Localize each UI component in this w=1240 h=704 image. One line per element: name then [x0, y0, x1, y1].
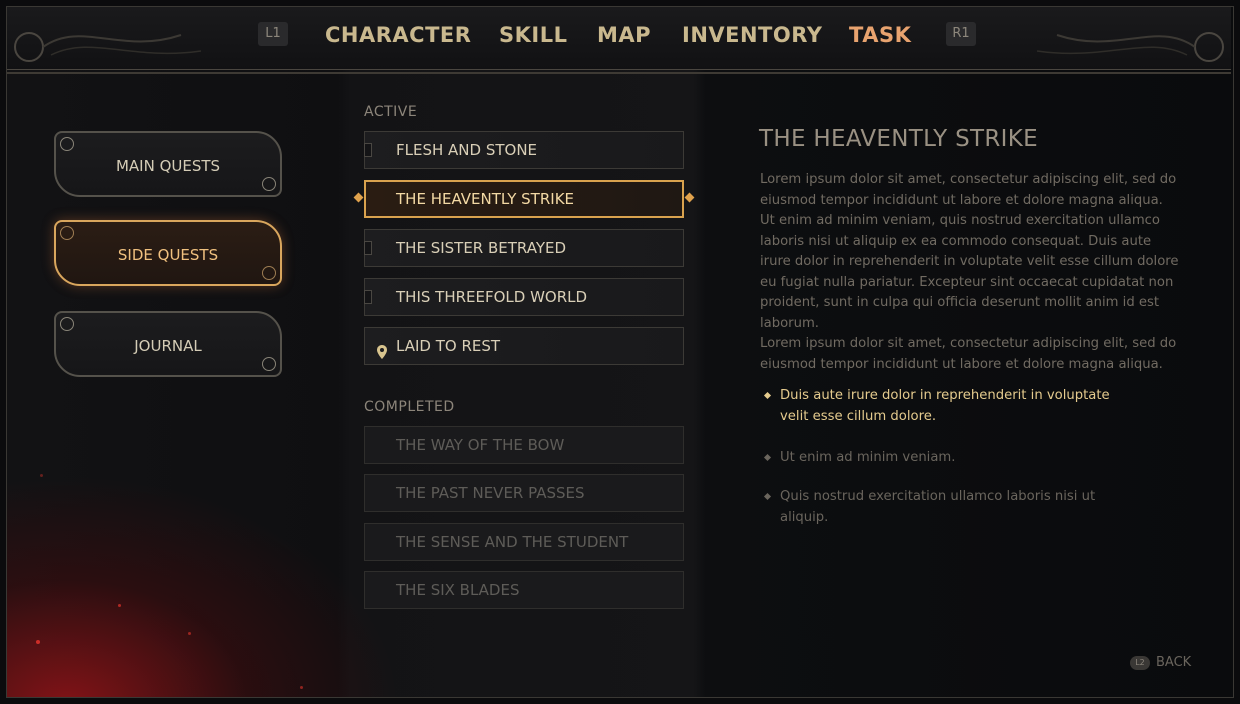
notch-decoration [364, 241, 372, 255]
description-paragraph: Lorem ipsum dolor sit amet, consectetur … [760, 172, 1179, 331]
quest-item[interactable]: LAID TO REST [364, 327, 684, 365]
corner-ornament-icon [262, 357, 276, 371]
completed-quest-item[interactable]: THE PAST NEVER PASSES [364, 474, 684, 512]
quest-label: THE SIX BLADES [396, 581, 520, 599]
r1-key-hint[interactable]: R1 [946, 22, 976, 46]
back-label: BACK [1156, 655, 1192, 670]
ember-particle [36, 640, 40, 644]
quest-label: THE WAY OF THE BOW [396, 436, 565, 454]
quest-label: FLESH AND STONE [396, 141, 538, 159]
quest-item[interactable]: FLESH AND STONE [364, 131, 684, 169]
quest-label: THE HEAVENTLY STRIKE [396, 190, 575, 208]
quest-label: THE PAST NEVER PASSES [396, 484, 585, 502]
right-ornament-icon [1036, 32, 1224, 62]
ember-particle [40, 474, 43, 477]
active-section-label: ACTIVE [364, 104, 418, 120]
completed-quest-item[interactable]: THE SENSE AND THE STUDENT [364, 523, 684, 561]
tab-task[interactable]: TASK [849, 22, 911, 48]
map-pin-icon [377, 338, 387, 374]
quest-item[interactable]: THE SISTER BETRAYED [364, 229, 684, 267]
quest-item-selected[interactable]: THE HEAVENTLY STRIKE [353, 180, 695, 218]
objective-current: Duis aute irure dolor in reprehenderit i… [764, 386, 1140, 427]
description-paragraph: Lorem ipsum dolor sit amet, consectetur … [760, 336, 1177, 372]
side-quests-button[interactable]: SIDE QUESTS [54, 220, 282, 286]
tab-map[interactable]: MAP [597, 22, 651, 48]
side-quests-label: SIDE QUESTS [117, 246, 219, 264]
ember-particle [188, 632, 191, 635]
quest-label: THE SENSE AND THE STUDENT [396, 533, 629, 551]
corner-ornament-icon [262, 177, 276, 191]
journal-button[interactable]: JOURNAL [54, 311, 282, 377]
ember-particle [300, 686, 303, 689]
quest-label: THIS THREEFOLD WORLD [396, 288, 588, 306]
l1-key-hint[interactable]: L1 [258, 22, 288, 46]
notch-decoration [364, 143, 372, 157]
main-quests-button[interactable]: MAIN QUESTS [54, 131, 282, 197]
objective-item: Ut enim ad minim veniam. [764, 448, 1140, 469]
objective-item: Quis nostrud exercitation ullamco labori… [764, 487, 1140, 528]
completed-quest-item[interactable]: THE WAY OF THE BOW [364, 426, 684, 464]
quest-detail-title: THE HEAVENTLY STRIKE [759, 126, 1038, 152]
notch-decoration [364, 290, 372, 304]
left-ornament-icon [14, 32, 202, 62]
nav-divider [7, 72, 1231, 74]
main-quests-label: MAIN QUESTS [115, 157, 221, 175]
quest-label: THE SISTER BETRAYED [396, 239, 567, 257]
journal-label: JOURNAL [134, 337, 202, 355]
l2-key-icon: L2 [1130, 656, 1150, 670]
quest-item[interactable]: THIS THREEFOLD WORLD [364, 278, 684, 316]
tab-skill[interactable]: SKILL [499, 22, 567, 48]
corner-ornament-icon [60, 137, 74, 151]
quest-description: Lorem ipsum dolor sit amet, consectetur … [760, 170, 1180, 375]
back-button[interactable]: L2 BACK [1130, 655, 1191, 670]
quest-label: LAID TO REST [396, 337, 501, 355]
tab-inventory[interactable]: INVENTORY [682, 22, 822, 48]
tab-character[interactable]: CHARACTER [325, 22, 471, 48]
corner-ornament-icon [60, 317, 74, 331]
ember-particle [118, 604, 121, 607]
completed-quest-item[interactable]: THE SIX BLADES [364, 571, 684, 609]
completed-section-label: COMPLETED [364, 399, 455, 415]
corner-ornament-icon [60, 226, 74, 240]
corner-ornament-icon [262, 266, 276, 280]
